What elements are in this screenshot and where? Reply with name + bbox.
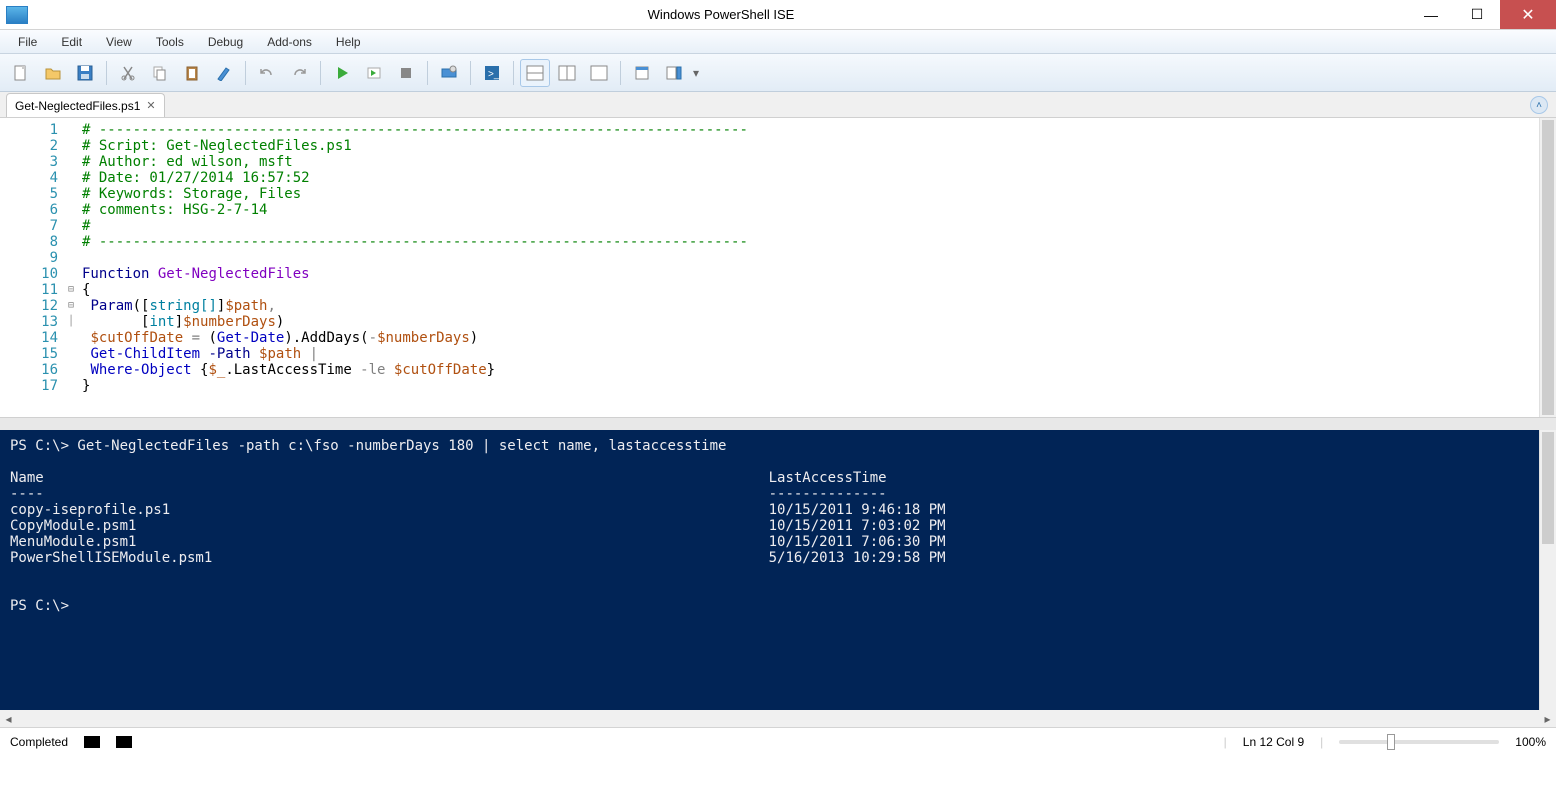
- tab-label: Get-NeglectedFiles.ps1: [15, 99, 140, 113]
- separator: |: [1224, 735, 1227, 749]
- separator: [513, 61, 514, 85]
- line-number-gutter: 1234567891011121314151617: [0, 118, 64, 417]
- minimize-button[interactable]: —: [1408, 0, 1454, 29]
- editor-tabs: Get-NeglectedFiles.ps1 ✕ ˄: [0, 92, 1556, 118]
- show-command-button[interactable]: [627, 59, 657, 87]
- console-output[interactable]: PS C:\> Get-NeglectedFiles -path c:\fso …: [0, 430, 1539, 710]
- code-editor[interactable]: 1234567891011121314151617 ⊟⊟│ # --------…: [0, 118, 1539, 417]
- new-file-button[interactable]: [6, 59, 36, 87]
- window-controls: — ☐ ✕: [1408, 0, 1556, 29]
- show-command-addon-button[interactable]: [659, 59, 689, 87]
- paste-button[interactable]: [177, 59, 207, 87]
- zoom-slider[interactable]: [1339, 740, 1499, 744]
- window-title: Windows PowerShell ISE: [34, 7, 1408, 22]
- menu-tools[interactable]: Tools: [146, 33, 194, 51]
- copy-button[interactable]: [145, 59, 175, 87]
- menu-help[interactable]: Help: [326, 33, 371, 51]
- cursor-position: Ln 12 Col 9: [1243, 735, 1304, 749]
- cut-button[interactable]: [113, 59, 143, 87]
- run-selection-button[interactable]: [359, 59, 389, 87]
- status-text: Completed: [10, 735, 68, 749]
- status-bar: Completed | Ln 12 Col 9 | 100%: [0, 727, 1556, 755]
- app-icon: [6, 6, 28, 24]
- console-vertical-scrollbar[interactable]: [1539, 430, 1556, 710]
- separator: [320, 61, 321, 85]
- zoom-level: 100%: [1515, 735, 1546, 749]
- open-file-button[interactable]: [38, 59, 68, 87]
- console-pane: PS C:\> Get-NeglectedFiles -path c:\fso …: [0, 430, 1556, 710]
- svg-text:>_: >_: [488, 69, 500, 80]
- separator: [620, 61, 621, 85]
- editor-vertical-scrollbar[interactable]: [1539, 118, 1556, 417]
- menu-bar: FileEditViewToolsDebugAdd-onsHelp: [0, 30, 1556, 54]
- scroll-right-icon[interactable]: ▸: [1539, 712, 1556, 726]
- layout-console-button[interactable]: [584, 59, 614, 87]
- scroll-left-icon[interactable]: ◂: [0, 712, 17, 726]
- title-bar: Windows PowerShell ISE — ☐ ✕: [0, 0, 1556, 30]
- layout-both-button[interactable]: [520, 59, 550, 87]
- stop-button[interactable]: [391, 59, 421, 87]
- fold-column[interactable]: ⊟⊟│: [64, 118, 78, 417]
- menu-add-ons[interactable]: Add-ons: [257, 33, 322, 51]
- redo-button[interactable]: [284, 59, 314, 87]
- separator: |: [1320, 735, 1323, 749]
- collapse-script-pane-button[interactable]: ˄: [1530, 96, 1548, 114]
- save-button[interactable]: [70, 59, 100, 87]
- code-content[interactable]: # --------------------------------------…: [78, 118, 1539, 417]
- remote-button[interactable]: [434, 59, 464, 87]
- tab-close-icon[interactable]: ✕: [146, 99, 155, 112]
- horizontal-scrollbar[interactable]: ◂ ▸: [0, 710, 1556, 727]
- toolbar: >_ ▾: [0, 54, 1556, 92]
- menu-debug[interactable]: Debug: [198, 33, 253, 51]
- separator: [245, 61, 246, 85]
- toolbar-overflow[interactable]: ▾: [693, 66, 699, 80]
- undo-button[interactable]: [252, 59, 282, 87]
- pane-splitter[interactable]: [0, 418, 1556, 430]
- file-tab[interactable]: Get-NeglectedFiles.ps1 ✕: [6, 93, 165, 117]
- menu-file[interactable]: File: [8, 33, 47, 51]
- menu-edit[interactable]: Edit: [51, 33, 92, 51]
- separator: [427, 61, 428, 85]
- scroll-track[interactable]: [17, 710, 1539, 727]
- script-pane: 1234567891011121314151617 ⊟⊟│ # --------…: [0, 118, 1556, 418]
- status-indicator: [116, 736, 132, 748]
- status-indicator: [84, 736, 100, 748]
- separator: [470, 61, 471, 85]
- menu-view[interactable]: View: [96, 33, 142, 51]
- maximize-button[interactable]: ☐: [1454, 0, 1500, 29]
- close-button[interactable]: ✕: [1500, 0, 1556, 29]
- run-button[interactable]: [327, 59, 357, 87]
- powershell-tab-button[interactable]: >_: [477, 59, 507, 87]
- clear-button[interactable]: [209, 59, 239, 87]
- layout-script-button[interactable]: [552, 59, 582, 87]
- separator: [106, 61, 107, 85]
